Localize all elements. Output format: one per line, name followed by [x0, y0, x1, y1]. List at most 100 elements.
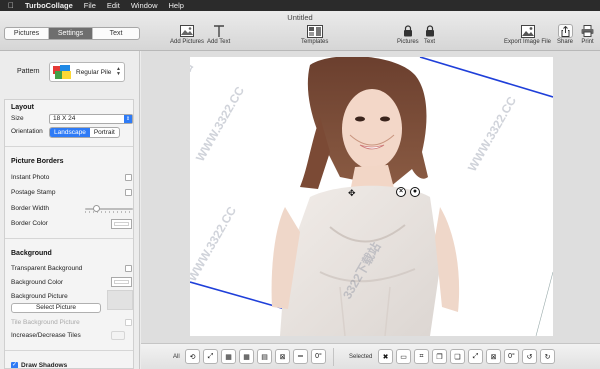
image-icon — [180, 24, 195, 38]
expand-icon: ⤢ — [472, 352, 479, 360]
bg-picture-preview — [107, 290, 133, 310]
transparent-bg-label: Transparent Background — [11, 265, 83, 272]
pattern-row: Pattern Regular Pile ▲ ▼ — [0, 61, 139, 83]
remove-selected-button[interactable]: ✖ — [378, 349, 393, 364]
selected-label: Selected — [349, 354, 373, 360]
share-label: Share — [557, 39, 574, 45]
fill-selected-button[interactable]: ⊠ — [486, 349, 501, 364]
text-t-icon — [213, 24, 225, 38]
size-select[interactable]: 18 X 24 ⇕ — [49, 114, 133, 124]
rotate-zero-label: 0° — [508, 353, 515, 360]
menu-file[interactable]: File — [84, 1, 96, 10]
menu-help[interactable]: Help — [169, 1, 184, 10]
app-window: Untitled Pictures Settings Text Add Pict… — [0, 11, 600, 369]
share-button[interactable]: Share — [557, 24, 573, 45]
menu-window[interactable]: Window — [131, 1, 158, 10]
add-pictures-button[interactable]: Add Pictures — [170, 24, 204, 45]
fill-icon: ⊠ — [490, 353, 497, 361]
transparent-bg-checkbox[interactable] — [125, 265, 132, 272]
rotate-left-button[interactable]: ↺ — [522, 349, 537, 364]
collage-photo[interactable] — [190, 57, 553, 336]
templates-icon — [306, 24, 323, 38]
image-icon: ▭ — [400, 353, 407, 361]
rotate-zero-selected-button[interactable]: 0° — [504, 349, 519, 364]
lock-pictures-button[interactable]: Pictures — [397, 24, 419, 45]
fill-all-button[interactable]: ⊠ — [275, 349, 290, 364]
rotate-right-button[interactable]: ↻ — [540, 349, 555, 364]
draw-shadows-checkbox[interactable]: ✓ — [11, 362, 18, 368]
window-title: Untitled — [287, 13, 313, 22]
orientation-portrait[interactable]: Portrait — [90, 128, 119, 137]
send-back-button[interactable]: ❏ — [450, 349, 465, 364]
crop-button[interactable]: ⌗ — [414, 349, 429, 364]
size-label: Size — [11, 115, 24, 122]
app-menu[interactable]: TurboCollage — [25, 1, 73, 10]
border-width-slider[interactable] — [85, 205, 133, 213]
divider — [5, 146, 133, 147]
photo-options-icon[interactable]: ● — [410, 187, 420, 197]
slider-ticks — [85, 211, 133, 213]
select-picture-button[interactable]: Select Picture — [11, 303, 101, 313]
lock-pictures-label: Pictures — [397, 39, 419, 45]
tiles-stepper[interactable] — [111, 331, 125, 340]
unlock-icon — [425, 24, 435, 38]
fit-all-button[interactable]: ⤢ — [203, 349, 218, 364]
templates-label: Templates — [301, 39, 329, 45]
shuffle-all-button[interactable]: ⟲ — [185, 349, 200, 364]
share-icon — [557, 24, 573, 38]
align-all-button[interactable]: ═ — [293, 349, 308, 364]
pattern-thumbnail-icon — [52, 64, 72, 80]
layout-heading: Layout — [11, 104, 34, 111]
close-icon: ✖ — [382, 353, 389, 361]
lock-text-label: Text — [424, 39, 436, 45]
rotate-zero-label: 0° — [315, 353, 322, 360]
rotate-zero-all-button[interactable]: 0° — [311, 349, 326, 364]
border-color-well[interactable] — [111, 219, 132, 229]
tile-bg-checkbox[interactable] — [125, 319, 132, 326]
postage-stamp-checkbox[interactable] — [125, 189, 132, 196]
all-label: All — [173, 354, 180, 360]
postage-stamp-label: Postage Stamp — [11, 189, 56, 196]
size-value: 18 X 24 — [53, 115, 76, 122]
tab-pictures[interactable]: Pictures — [5, 28, 49, 39]
updown-chevron-icon: ⇕ — [124, 115, 132, 123]
expand-icon: ⤢ — [207, 352, 214, 360]
rotate-left-icon: ↺ — [526, 353, 533, 361]
instant-photo-checkbox[interactable] — [125, 174, 132, 181]
add-text-label: Add Text — [207, 39, 231, 45]
toolbar: Untitled Pictures Settings Text Add Pict… — [0, 11, 600, 51]
orientation-landscape[interactable]: Landscape — [50, 128, 90, 137]
bottom-toolbar: All ⟲ ⤢ ▦ ▦ ▤ ⊠ ═ 0° Selected ✖ ▭ ⌗ ❐ ❏ … — [141, 343, 600, 369]
templates-button[interactable]: Templates — [301, 24, 328, 45]
pattern-select[interactable]: Regular Pile ▲ ▼ — [49, 62, 125, 82]
orientation-control: Landscape Portrait — [49, 127, 120, 138]
grid-all-button[interactable]: ▦ — [221, 349, 236, 364]
picture-borders-heading: Picture Borders — [11, 158, 64, 165]
collage-page[interactable]: ✥ × ● WWW.3322.CC WWW.3322.CC 3322下载站 33… — [190, 57, 553, 336]
bring-front-button[interactable]: ❐ — [432, 349, 447, 364]
updown-chevron-icon: ▲ ▼ — [116, 66, 121, 77]
fit-selected-button[interactable]: ⤢ — [468, 349, 483, 364]
tile-bg-label: Tile Background Picture — [11, 319, 80, 326]
apple-menu-icon[interactable]:  — [8, 1, 14, 10]
add-text-button[interactable]: Add Text — [207, 24, 230, 45]
printer-icon — [581, 24, 594, 38]
collage-canvas-area: ✥ × ● WWW.3322.CC WWW.3322.CC 3322下载站 33… — [141, 51, 600, 343]
export-button[interactable]: Export Image File — [504, 24, 551, 45]
menu-edit[interactable]: Edit — [107, 1, 120, 10]
tab-text[interactable]: Text — [93, 28, 139, 39]
menu-bar:  TurboCollage File Edit Window Help — [0, 0, 600, 11]
fill-icon: ⊠ — [279, 353, 286, 361]
replace-image-button[interactable]: ▭ — [396, 349, 411, 364]
move-icon[interactable]: ✥ — [348, 188, 356, 199]
bg-picture-label: Background Picture — [11, 293, 68, 300]
layout-all-button[interactable]: ▦ — [239, 349, 254, 364]
separator — [333, 348, 334, 366]
tab-settings[interactable]: Settings — [49, 28, 93, 39]
print-button[interactable]: Print — [581, 24, 594, 45]
arrange-all-button[interactable]: ▤ — [257, 349, 272, 364]
bg-color-well[interactable] — [111, 277, 132, 287]
remove-photo-icon[interactable]: × — [396, 187, 406, 197]
add-pictures-label: Add Pictures — [170, 39, 205, 45]
lock-text-button[interactable]: Text — [424, 24, 435, 45]
